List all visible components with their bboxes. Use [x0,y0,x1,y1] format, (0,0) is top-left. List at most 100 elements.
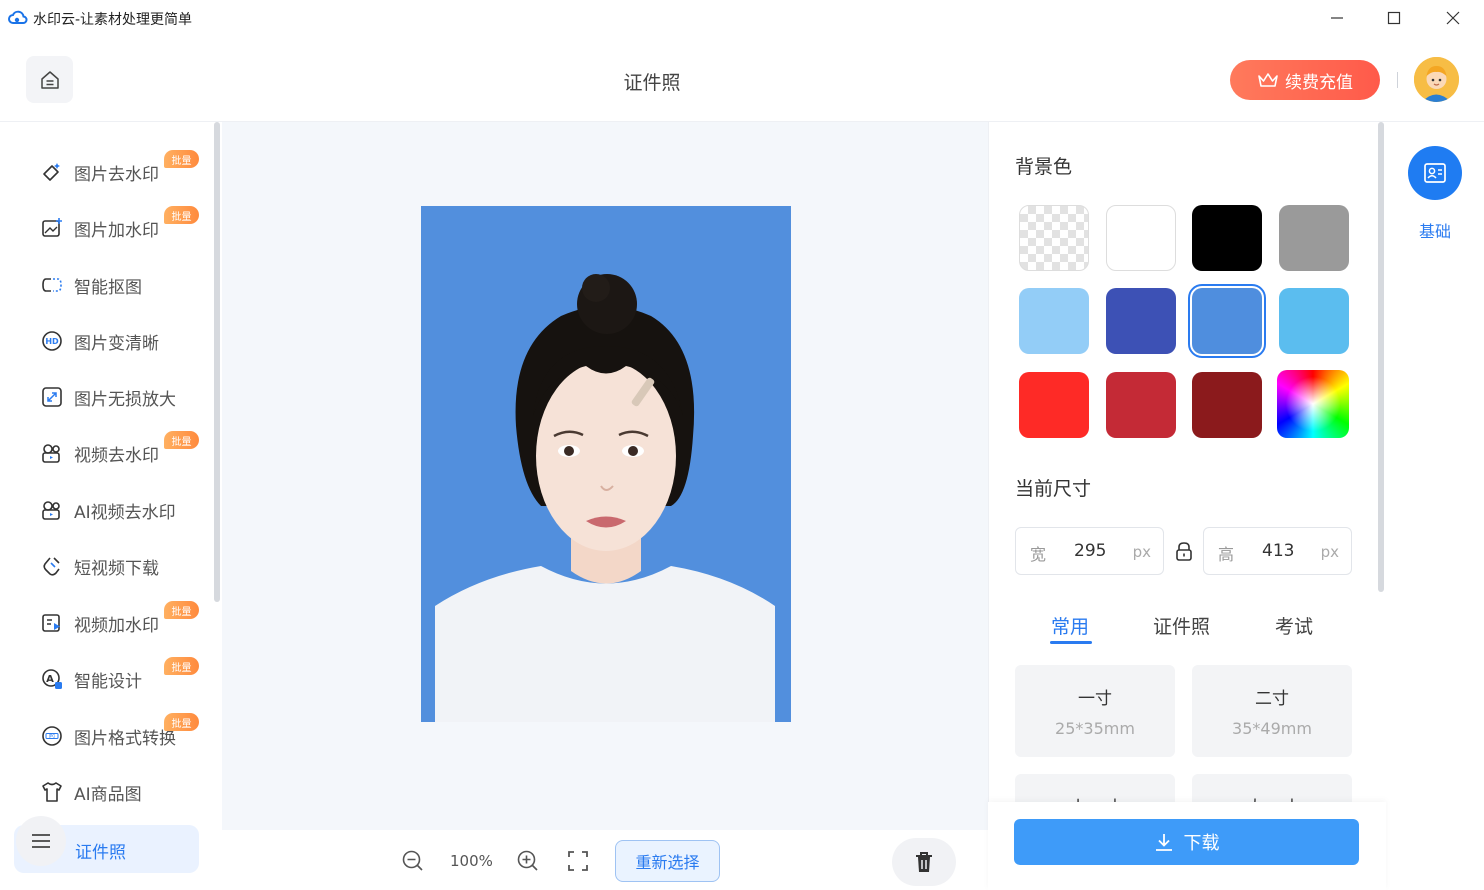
sidebar-item-label: 图片格式转换 [74,728,176,749]
sidebar-item-label: 图片加水印 [74,220,159,241]
fullscreen-icon [568,851,588,871]
video-eraser-icon [40,441,64,465]
svg-text:JPG: JPG [48,734,56,739]
height-value[interactable]: 413 [1262,541,1294,561]
sidebar-item-short-video-download[interactable]: 短视频下载 [40,551,159,581]
sidebar-item-label: 图片去水印 [74,164,159,185]
color-swatch-indigo[interactable] [1106,288,1176,354]
svg-text:HD: HD [45,337,59,346]
header: 证件照 续费充值 [0,36,1484,122]
avatar[interactable] [1414,57,1459,102]
size-card-1-inch[interactable]: 一寸 25*35mm [1015,665,1175,757]
close-icon [1446,11,1460,25]
ai-video-icon [40,498,64,522]
id-card-icon [1424,163,1446,183]
batch-badge: 批量 [164,713,199,731]
active-tab-indicator [1050,641,1092,644]
portrait-image [421,206,791,722]
close-button[interactable] [1441,6,1465,30]
sidebar-scrollbar[interactable] [214,122,220,602]
lock-ratio-icon[interactable] [1173,540,1195,562]
download-button[interactable]: 下载 [1014,819,1359,865]
shirt-icon [40,780,64,804]
jpg-icon: JPG [40,724,64,748]
color-swatch-sky-blue[interactable] [1279,288,1349,354]
header-divider [1397,72,1398,88]
color-picker-spectrum[interactable] [1277,370,1349,438]
sidebar-item-label: 视频加水印 [74,615,159,636]
menu-collapse-icon [32,834,50,848]
width-unit: px [1132,543,1151,561]
sidebar-item-label: 智能抠图 [74,277,142,298]
fit-screen-button[interactable] [565,848,591,874]
color-swatch-black[interactable] [1192,205,1262,271]
image-add-icon [40,216,64,240]
sidebar-item-cutout[interactable]: 智能抠图 [40,270,142,300]
sidebar-item-enlarge[interactable]: 图片无损放大 [40,382,176,412]
sidebar-item-remove-watermark[interactable]: 图片去水印 [40,157,159,187]
tab-id-photo[interactable]: 证件照 [1153,612,1210,639]
preview-canvas [222,122,988,830]
color-swatch-red[interactable] [1019,372,1089,438]
current-size-title: 当前尺寸 [1015,478,1092,500]
batch-badge: 批量 [164,150,199,168]
zoom-out-icon [402,850,423,871]
zoom-in-button[interactable] [515,848,541,874]
download-label: 下载 [1183,833,1220,854]
width-value[interactable]: 295 [1074,541,1106,561]
collapse-sidebar-button[interactable] [16,816,66,866]
panel-scrollbar[interactable] [1378,122,1384,592]
color-swatch-crimson[interactable] [1106,372,1176,438]
color-swatch-white[interactable] [1106,205,1176,271]
minimize-button[interactable] [1325,6,1349,30]
color-swatch-light-blue[interactable] [1019,288,1089,354]
sidebar-item-label: AI商品图 [74,784,142,805]
sidebar-item-ai-product-image[interactable]: AI商品图 [40,777,142,807]
sidebar-item-video-remove-watermark[interactable]: 视频去水印 [40,438,159,468]
video-add-icon [40,611,64,635]
sidebar-item-add-watermark[interactable]: 图片加水印 [40,213,159,243]
id-photo-preview[interactable] [421,206,791,722]
sidebar-item-label: 短视频下载 [74,558,159,579]
zoom-in-icon [517,850,538,871]
sidebar: 图片去水印 批量 图片加水印 批量 智能抠图 HD 图片变清晰 图片无损放大 视… [0,122,222,890]
tab-exam[interactable]: 考试 [1275,612,1313,639]
window-title: 水印云-让素材处理更简单 [33,12,193,28]
sidebar-item-label: 智能设计 [74,671,142,692]
size-card-2-inch[interactable]: 二寸 35*49mm [1192,665,1352,757]
size-name: 二寸 [1255,689,1289,709]
app-window: 水印云-让素材处理更简单 证件照 续费充值 图片去水印 批量 图片加水印 批量 … [0,0,1484,890]
renew-label: 续费充值 [1285,72,1353,93]
batch-badge: 批量 [164,601,199,619]
zoom-level: 100% [450,852,493,870]
maximize-button[interactable] [1382,6,1406,30]
hd-icon: HD [40,329,64,353]
sidebar-item-sharpen[interactable]: HD 图片变清晰 [40,326,159,356]
color-swatch-dark-red[interactable] [1192,372,1262,438]
link-icon [40,554,64,578]
color-swatch-transparent[interactable] [1019,205,1089,271]
sidebar-item-label: 证件照 [75,843,126,863]
sidebar-item-format-convert[interactable]: JPG 图片格式转换 [40,721,176,751]
sidebar-item-video-add-watermark[interactable]: 视频加水印 [40,608,159,638]
size-dimensions: 35*49mm [1232,719,1312,738]
color-swatch-gray[interactable] [1279,205,1349,271]
tab-common[interactable]: 常用 [1051,612,1089,639]
reselect-button[interactable]: 重新选择 [615,840,720,882]
batch-badge: 批量 [164,206,199,224]
trash-icon [916,852,932,872]
sidebar-item-smart-design[interactable]: A 智能设计 [40,664,142,694]
sidebar-item-label: AI视频去水印 [74,502,176,523]
basic-mode-button[interactable] [1408,146,1462,200]
delete-button[interactable] [892,838,956,886]
color-swatch-blue-selected[interactable] [1188,284,1266,358]
width-label: 宽 [1030,545,1047,564]
avatar-face-icon [1414,57,1459,102]
sidebar-item-ai-video-remove-watermark[interactable]: AI视频去水印 [40,495,176,525]
renew-button[interactable]: 续费充值 [1230,60,1380,100]
design-icon: A [40,667,64,691]
zoom-out-button[interactable] [400,848,426,874]
title-bar: 水印云-让素材处理更简单 [0,0,1484,36]
width-field[interactable]: 宽 295 px [1015,527,1164,575]
height-field[interactable]: 高 413 px [1203,527,1352,575]
